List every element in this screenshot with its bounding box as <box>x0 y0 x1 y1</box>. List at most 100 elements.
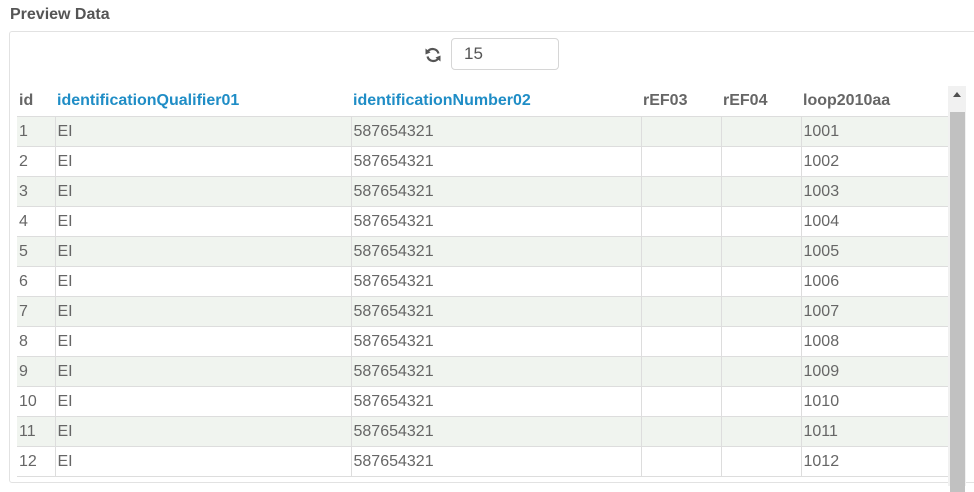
cell-identification-qualifier: EI <box>55 356 352 387</box>
cell-ref04 <box>721 416 802 447</box>
cell-id: 5 <box>17 236 56 267</box>
cell-ref03 <box>641 116 722 147</box>
cell-identification-number: 587654321 <box>351 116 642 147</box>
column-header-ref03[interactable]: rEF03 <box>641 86 721 117</box>
cell-loop2010aa: 1007 <box>801 296 948 327</box>
cell-id: 2 <box>17 146 56 177</box>
toolbar <box>10 32 974 80</box>
table-row[interactable]: 5 EI 587654321 1005 <box>17 236 948 267</box>
cell-ref03 <box>641 236 722 267</box>
cell-identification-qualifier: EI <box>55 386 352 417</box>
cell-identification-number: 587654321 <box>351 296 642 327</box>
cell-id: 1 <box>17 116 56 147</box>
column-header-ref04[interactable]: rEF04 <box>721 86 801 117</box>
cell-ref04 <box>721 356 802 387</box>
cell-ref03 <box>641 356 722 387</box>
table-row[interactable]: 7 EI 587654321 1007 <box>17 296 948 327</box>
table-row[interactable]: 6 EI 587654321 1006 <box>17 266 948 297</box>
cell-id: 8 <box>17 326 56 357</box>
cell-loop2010aa: 1009 <box>801 356 948 387</box>
cell-ref03 <box>641 176 722 207</box>
cell-id: 12 <box>17 446 56 477</box>
cell-loop2010aa: 1005 <box>801 236 948 267</box>
cell-ref04 <box>721 296 802 327</box>
cell-identification-qualifier: EI <box>55 176 352 207</box>
cell-identification-qualifier: EI <box>55 266 352 297</box>
cell-loop2010aa: 1006 <box>801 266 948 297</box>
cell-ref03 <box>641 326 722 357</box>
column-header-id[interactable]: id <box>17 86 55 117</box>
cell-id: 7 <box>17 296 56 327</box>
cell-ref03 <box>641 146 722 177</box>
cell-ref04 <box>721 446 802 477</box>
cell-loop2010aa: 1011 <box>801 416 948 447</box>
cell-loop2010aa: 1002 <box>801 146 948 177</box>
rows-count-input[interactable] <box>451 38 559 70</box>
cell-identification-number: 587654321 <box>351 206 642 237</box>
refresh-icon[interactable] <box>424 46 442 64</box>
cell-id: 3 <box>17 176 56 207</box>
cell-identification-qualifier: EI <box>55 326 352 357</box>
cell-id: 11 <box>17 416 56 447</box>
cell-ref04 <box>721 206 802 237</box>
cell-ref04 <box>721 176 802 207</box>
cell-identification-number: 587654321 <box>351 416 642 447</box>
cell-identification-number: 587654321 <box>351 446 642 477</box>
cell-ref04 <box>721 386 802 417</box>
cell-loop2010aa: 1010 <box>801 386 948 417</box>
cell-ref03 <box>641 206 722 237</box>
column-header-identification-number[interactable]: identificationNumber02 <box>351 86 641 117</box>
cell-identification-number: 587654321 <box>351 176 642 207</box>
cell-ref04 <box>721 266 802 297</box>
scroll-up-arrow-icon[interactable] <box>948 86 966 104</box>
table-row[interactable]: 1 EI 587654321 1001 <box>17 116 948 147</box>
preview-table: id identificationQualifier01 identificat… <box>17 86 948 477</box>
cell-ref03 <box>641 416 722 447</box>
data-grid: id identificationQualifier01 identificat… <box>17 86 948 486</box>
cell-identification-qualifier: EI <box>55 116 352 147</box>
cell-id: 4 <box>17 206 56 237</box>
table-row[interactable]: 2 EI 587654321 1002 <box>17 146 948 177</box>
cell-ref04 <box>721 326 802 357</box>
cell-ref03 <box>641 446 722 477</box>
cell-loop2010aa: 1012 <box>801 446 948 477</box>
cell-ref04 <box>721 116 802 147</box>
table-row[interactable]: 11 EI 587654321 1011 <box>17 416 948 447</box>
table-row[interactable]: 4 EI 587654321 1004 <box>17 206 948 237</box>
cell-loop2010aa: 1004 <box>801 206 948 237</box>
cell-identification-number: 587654321 <box>351 326 642 357</box>
table-row[interactable]: 12 EI 587654321 1012 <box>17 446 948 477</box>
cell-id: 6 <box>17 266 56 297</box>
vertical-scrollbar[interactable] <box>948 86 966 492</box>
table-row[interactable]: 3 EI 587654321 1003 <box>17 176 948 207</box>
table-row[interactable]: 8 EI 587654321 1008 <box>17 326 948 357</box>
column-header-loop2010aa[interactable]: loop2010aa <box>801 86 948 117</box>
cell-identification-number: 587654321 <box>351 236 642 267</box>
table-row[interactable]: 9 EI 587654321 1009 <box>17 356 948 387</box>
cell-identification-qualifier: EI <box>55 416 352 447</box>
cell-identification-qualifier: EI <box>55 296 352 327</box>
header-row: id identificationQualifier01 identificat… <box>17 86 948 117</box>
column-header-identification-qualifier[interactable]: identificationQualifier01 <box>55 86 351 117</box>
cell-ref03 <box>641 386 722 417</box>
cell-loop2010aa: 1001 <box>801 116 948 147</box>
scroll-thumb[interactable] <box>950 112 965 492</box>
cell-identification-number: 587654321 <box>351 146 642 177</box>
cell-ref04 <box>721 146 802 177</box>
cell-identification-qualifier: EI <box>55 206 352 237</box>
cell-identification-number: 587654321 <box>351 356 642 387</box>
cell-identification-number: 587654321 <box>351 266 642 297</box>
cell-loop2010aa: 1008 <box>801 326 948 357</box>
cell-ref03 <box>641 266 722 297</box>
cell-identification-qualifier: EI <box>55 446 352 477</box>
cell-ref03 <box>641 296 722 327</box>
cell-ref04 <box>721 236 802 267</box>
cell-id: 9 <box>17 356 56 387</box>
preview-panel: id identificationQualifier01 identificat… <box>9 31 974 492</box>
page-title: Preview Data <box>10 6 110 23</box>
table-row[interactable]: 10 EI 587654321 1010 <box>17 386 948 417</box>
cell-identification-qualifier: EI <box>55 146 352 177</box>
cell-loop2010aa: 1003 <box>801 176 948 207</box>
cell-id: 10 <box>17 386 56 417</box>
cell-identification-qualifier: EI <box>55 236 352 267</box>
